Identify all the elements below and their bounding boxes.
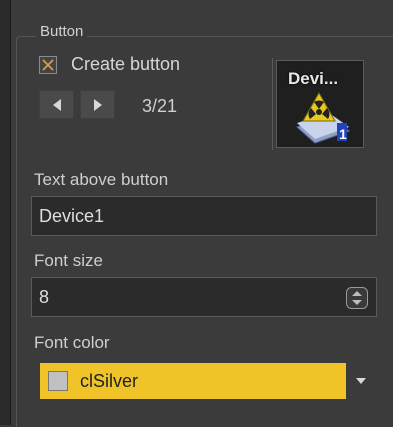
font-color-value: clSilver (80, 371, 139, 391)
font-size-label: Font size (34, 251, 103, 270)
text-above-label: Text above button (34, 170, 169, 189)
font-color-label: Font color (34, 333, 110, 352)
window-frame (0, 0, 11, 425)
button-preview[interactable]: 1 Devi... (276, 60, 364, 148)
previous-button[interactable] (39, 90, 74, 119)
group-title: Button (36, 23, 88, 40)
create-button-checkbox[interactable] (39, 56, 57, 74)
checkmark-x-icon (42, 59, 54, 71)
radiation-device-icon: 1 (296, 91, 351, 144)
spin-updown-icon[interactable] (346, 287, 368, 309)
font-color-select[interactable]: clSilver (31, 362, 377, 400)
button-counter: 3/21 (142, 96, 178, 116)
next-button[interactable] (80, 90, 115, 119)
text-above-input[interactable]: Device1 (31, 196, 377, 236)
font-size-spinbox[interactable]: 8 (31, 277, 377, 317)
preview-label: Devi... (288, 69, 339, 88)
create-button-label[interactable]: Create button (71, 54, 180, 75)
color-swatch (48, 371, 68, 391)
triangle-right-icon (93, 98, 102, 111)
font-size-value: 8 (39, 287, 50, 307)
preview-divider (272, 58, 273, 150)
chevron-down-icon (356, 378, 366, 384)
dropdown-button[interactable] (346, 363, 376, 399)
triangle-left-icon (52, 98, 61, 111)
svg-text:1: 1 (339, 126, 347, 142)
